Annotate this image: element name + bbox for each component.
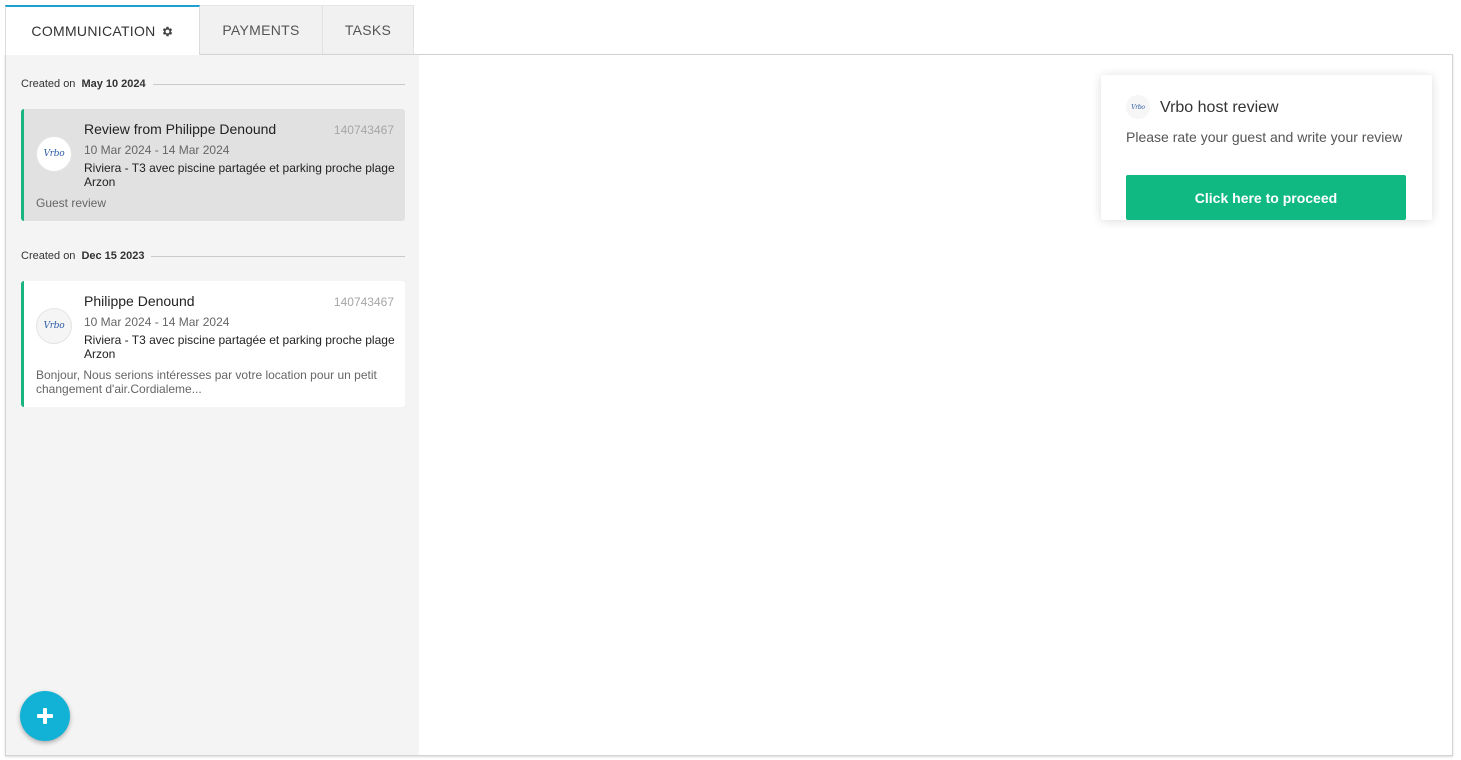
proceed-button[interactable]: Click here to proceed bbox=[1126, 175, 1406, 220]
conversation-title: Review from Philippe Denound bbox=[84, 121, 277, 137]
created-on-label: Created on bbox=[21, 250, 76, 262]
tab-payments[interactable]: PAYMENTS bbox=[200, 5, 323, 54]
property-name: Riviera - T3 avec piscine partagée et pa… bbox=[84, 333, 395, 361]
message-snippet: Guest review bbox=[36, 196, 107, 210]
vrbo-logo-icon: Vrbo bbox=[1126, 95, 1150, 119]
tab-tasks-label: TASKS bbox=[344, 22, 392, 38]
brand-text: Vrbo bbox=[43, 321, 65, 331]
add-conversation-button[interactable] bbox=[20, 691, 70, 741]
host-review-card: Vrbo Vrbo host review Please rate your g… bbox=[1101, 75, 1432, 220]
created-date: Dec 15 2023 bbox=[81, 250, 145, 262]
tab-payments-label: PAYMENTS bbox=[222, 22, 300, 38]
created-date: May 10 2024 bbox=[81, 78, 146, 90]
tab-tasks[interactable]: TASKS bbox=[323, 5, 414, 54]
stay-dates: 10 Mar 2024 - 14 Mar 2024 bbox=[84, 143, 230, 157]
reservation-id: 140743467 bbox=[333, 123, 394, 137]
review-card-subtitle: Please rate your guest and write your re… bbox=[1126, 129, 1403, 145]
property-name: Riviera - T3 avec piscine partagée et pa… bbox=[84, 161, 395, 189]
vrbo-logo-icon: Vrbo bbox=[36, 308, 72, 344]
vrbo-logo-icon: Vrbo bbox=[36, 136, 72, 172]
date-divider: Created on Dec 15 2023 bbox=[21, 249, 405, 263]
conversation-sidebar[interactable]: Created on May 10 2024 Vrbo Review from … bbox=[6, 55, 419, 755]
tab-communication[interactable]: COMMUNICATION bbox=[5, 5, 200, 55]
conversation-title: Philippe Denound bbox=[84, 293, 195, 309]
stay-dates: 10 Mar 2024 - 14 Mar 2024 bbox=[84, 315, 230, 329]
main-panel: Created on May 10 2024 Vrbo Review from … bbox=[5, 54, 1453, 756]
message-snippet: Bonjour, Nous serions intéresses par vot… bbox=[36, 368, 377, 396]
created-on-label: Created on bbox=[21, 78, 76, 90]
date-divider: Created on May 10 2024 bbox=[21, 77, 405, 91]
divider-line bbox=[151, 255, 405, 257]
review-card-title: Vrbo host review bbox=[1160, 99, 1279, 116]
tab-bar: COMMUNICATION PAYMENTS TASKS bbox=[5, 5, 414, 55]
plus-icon bbox=[37, 708, 53, 724]
divider-line bbox=[152, 83, 405, 85]
conversation-item-selected[interactable]: Vrbo Review from Philippe Denound 140743… bbox=[21, 109, 405, 221]
conversation-item[interactable]: Vrbo Philippe Denound 140743467 10 Mar 2… bbox=[21, 281, 405, 407]
brand-text: Vrbo bbox=[1131, 103, 1145, 111]
reservation-id: 140743467 bbox=[333, 295, 394, 309]
tab-communication-label: COMMUNICATION bbox=[31, 23, 156, 39]
gear-icon[interactable] bbox=[161, 25, 174, 38]
brand-text: Vrbo bbox=[43, 149, 65, 159]
